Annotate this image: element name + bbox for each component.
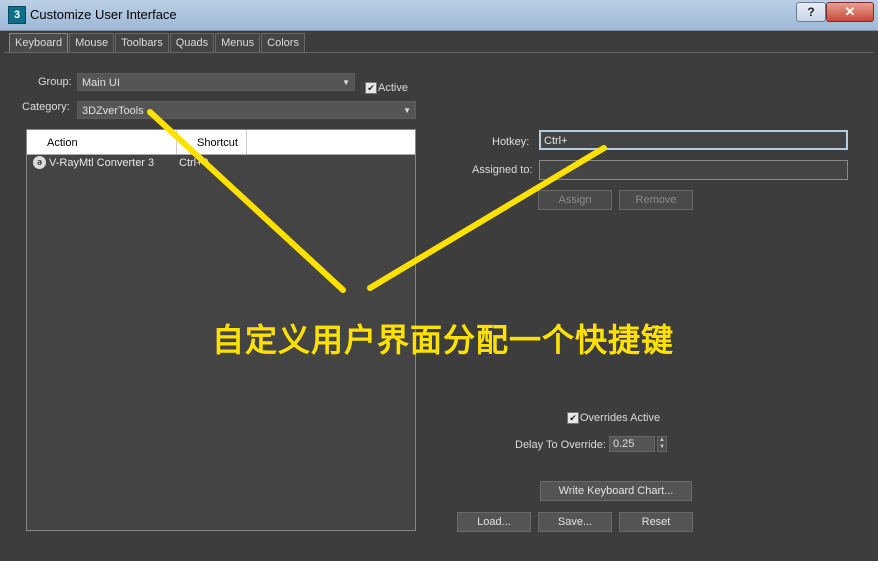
delay-label: Delay To Override: — [515, 439, 606, 451]
list-header: Action Shortcut — [27, 130, 415, 155]
category-dropdown[interactable]: 3DZverTools ▼ — [77, 101, 416, 119]
group-dropdown[interactable]: Main UI ▼ — [77, 73, 355, 91]
panel-border — [4, 52, 873, 53]
action-name: V-RayMtl Converter 3 — [49, 157, 155, 169]
tab-toolbars[interactable]: Toolbars — [115, 33, 169, 52]
group-label: Group: — [38, 76, 72, 88]
group-value: Main UI — [82, 77, 120, 89]
window-title: Customize User Interface — [30, 7, 177, 22]
app-icon: 3 — [8, 6, 26, 24]
vray-icon: ə — [33, 156, 46, 169]
chevron-down-icon: ▼ — [403, 106, 411, 115]
category-label: Category: — [22, 101, 70, 113]
assigned-to-label: Assigned to: — [472, 164, 533, 176]
list-item[interactable]: ə V-RayMtl Converter 3 Ctrl+0 — [27, 155, 415, 171]
overrides-active-checkbox[interactable]: ✔ — [567, 412, 579, 424]
chevron-down-icon: ▼ — [342, 78, 350, 87]
tab-keyboard[interactable]: Keyboard — [9, 33, 69, 53]
action-shortcut: Ctrl+0 — [179, 157, 209, 169]
reset-button[interactable]: Reset — [619, 512, 693, 532]
hotkey-input[interactable]: Ctrl+ — [539, 130, 848, 150]
overrides-active-label: Overrides Active — [580, 412, 661, 424]
tab-strip: Keyboard Mouse Toolbars Quads Menus Colo… — [9, 33, 306, 53]
tab-menus[interactable]: Menus — [215, 33, 261, 52]
load-button[interactable]: Load... — [457, 512, 531, 532]
save-button[interactable]: Save... — [538, 512, 612, 532]
annotation-text: 自定义用户界面分配一个快捷键 — [212, 322, 675, 358]
category-value: 3DZverTools — [82, 105, 144, 117]
tab-colors[interactable]: Colors — [261, 33, 305, 52]
spinner-arrows-icon[interactable]: ▲ ▼ — [657, 436, 667, 452]
active-label: Active — [378, 82, 408, 94]
column-shortcut[interactable]: Shortcut — [177, 130, 247, 154]
tab-mouse[interactable]: Mouse — [69, 33, 115, 52]
assign-button[interactable]: Assign — [538, 190, 612, 210]
title-bar: 3 Customize User Interface ? ✕ — [0, 0, 878, 31]
hotkey-label: Hotkey: — [492, 136, 530, 148]
write-keyboard-chart-button[interactable]: Write Keyboard Chart... — [540, 481, 692, 501]
remove-button[interactable]: Remove — [619, 190, 693, 210]
help-button[interactable]: ? — [796, 2, 826, 22]
tab-quads[interactable]: Quads — [169, 33, 215, 52]
close-button[interactable]: ✕ — [826, 2, 874, 22]
assigned-to-field[interactable] — [539, 160, 848, 180]
column-action[interactable]: Action — [27, 130, 177, 154]
active-checkbox[interactable]: ✔ — [365, 82, 377, 94]
delay-spinner[interactable]: 0.25 — [609, 436, 655, 452]
